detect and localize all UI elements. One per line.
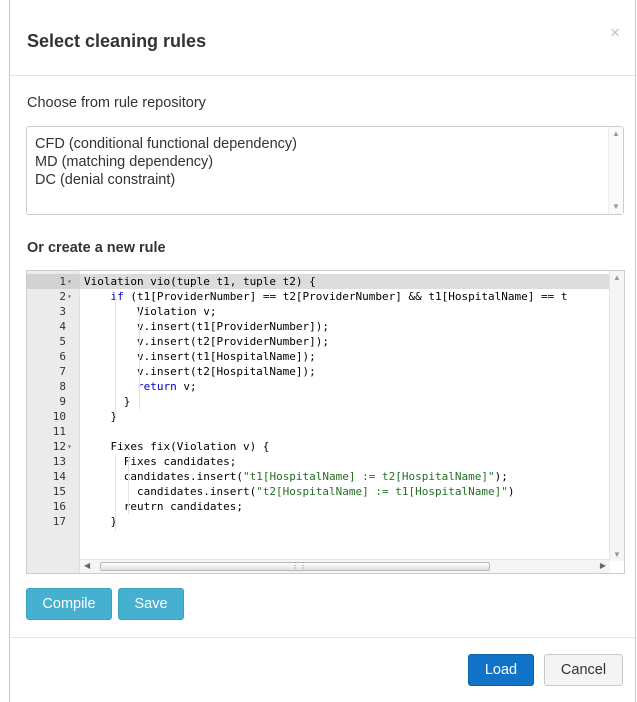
code-line[interactable]: 2 ▾ if (t1[ProviderNumber] == t2[Provider… — [27, 289, 624, 304]
code-text: } — [84, 410, 118, 423]
code-text: v.insert(t1[ProviderNumber]); — [84, 320, 330, 333]
code-text: } — [84, 395, 131, 408]
scroll-left-icon[interactable]: ◀ — [84, 561, 90, 570]
code-text: Violation v; — [84, 305, 217, 318]
code-line[interactable]: 6 v.insert(t1[HospitalName]); — [27, 349, 624, 364]
code-text: v.insert(t2[HospitalName]); — [84, 365, 316, 378]
code-line[interactable]: 14 candidates.insert("t1[HospitalName] :… — [27, 469, 624, 484]
code-line[interactable]: 3 Violation v; — [27, 304, 624, 319]
code-line[interactable]: 17 } — [27, 514, 624, 529]
scroll-right-icon[interactable]: ▶ — [600, 561, 606, 570]
line-number: 11 — [52, 425, 66, 438]
code-text: } — [84, 515, 118, 528]
indent-guide — [128, 454, 129, 514]
line-number: 17 — [52, 515, 66, 528]
repository-option-cfd[interactable]: CFD (conditional functional dependency) — [35, 136, 297, 152]
cancel-button[interactable]: Cancel — [544, 654, 623, 686]
repository-option-md[interactable]: MD (matching dependency) — [35, 154, 213, 170]
code-line[interactable]: 13 Fixes candidates; — [27, 454, 624, 469]
fold-toggle-icon[interactable]: ▾ — [67, 274, 72, 289]
line-number: 1 — [27, 274, 80, 289]
grip-icon: ⋮⋮ — [291, 561, 307, 570]
code-text: if (t1[ProviderNumber] == t2[ProviderNum… — [110, 290, 568, 303]
line-number: 5 — [59, 335, 66, 348]
load-button[interactable]: Load — [468, 654, 534, 686]
rule-code-editor[interactable]: 1 ▾ Violation vio(tuple t1, tuple t2) {2 ▾ … — [26, 270, 625, 574]
code-text: candidates.insert("t1[HospitalName] := t… — [84, 470, 508, 483]
code-line[interactable]: 8 return v; — [27, 379, 624, 394]
code-text: candidates.insert("t2[HospitalName] := t… — [84, 485, 515, 498]
indent-guide — [115, 297, 116, 417]
scroll-up-icon[interactable]: ▲ — [610, 273, 624, 282]
repository-option-dc[interactable]: DC (denial constraint) — [35, 172, 175, 188]
fold-toggle-icon[interactable]: ▾ — [67, 289, 72, 304]
code-text: reutrn candidates; — [84, 500, 243, 513]
dialog-title: Select cleaning rules — [27, 31, 207, 51]
indent-guide — [139, 304, 140, 409]
compile-button[interactable]: Compile — [26, 588, 112, 620]
line-number: 6 — [59, 350, 66, 363]
line-number: 7 — [59, 365, 66, 378]
select-rules-dialog: Select cleaning rules × Choose from rule… — [9, 0, 636, 702]
line-number: 4 — [59, 320, 66, 333]
line-number: 14 — [52, 470, 66, 483]
scroll-down-icon[interactable]: ▼ — [610, 550, 624, 559]
code-line[interactable]: 7 v.insert(t2[HospitalName]); — [27, 364, 624, 379]
line-number: 13 — [52, 455, 66, 468]
code-line[interactable]: 11 — [27, 424, 624, 439]
editor-vertical-scrollbar[interactable]: ▲ ▼ — [609, 271, 624, 561]
code-text: Fixes fix(Violation v) { — [84, 440, 270, 453]
code-line[interactable]: 16 reutrn candidates; — [27, 499, 624, 514]
code-text: Fixes candidates; — [84, 455, 237, 468]
line-number: 9 — [59, 395, 66, 408]
code-text: return v; — [136, 380, 197, 393]
code-text: v.insert(t2[ProviderNumber]); — [84, 335, 330, 348]
line-number: 3 — [59, 305, 66, 318]
line-number: 15 — [52, 485, 66, 498]
line-number: 10 — [52, 410, 66, 423]
scroll-down-icon[interactable]: ▼ — [609, 202, 623, 212]
code-line[interactable]: 5 v.insert(t2[ProviderNumber]); — [27, 334, 624, 349]
footer-divider — [10, 637, 635, 638]
code-text: Violation vio(tuple t1, tuple t2) { — [84, 275, 316, 288]
repository-label: Choose from rule repository — [27, 95, 206, 111]
code-line[interactable]: 12 ▾ Fixes fix(Violation v) { — [27, 439, 624, 454]
save-button[interactable]: Save — [118, 588, 184, 620]
code-line[interactable]: 15 candidates.insert("t2[HospitalName] :… — [27, 484, 624, 499]
code-text: v.insert(t1[HospitalName]); — [84, 350, 316, 363]
indent-guide — [115, 456, 116, 531]
editor-horizontal-scrollbar[interactable]: ◀ ⋮⋮ ▶ — [80, 559, 610, 573]
repository-scrollbar[interactable]: ▲ ▼ — [608, 127, 623, 214]
close-icon[interactable]: × — [610, 24, 620, 41]
code-line[interactable]: 9 } — [27, 394, 624, 409]
line-number: 2 — [59, 290, 66, 303]
code-line[interactable]: 4 v.insert(t1[ProviderNumber]); — [27, 319, 624, 334]
horizontal-scroll-thumb[interactable]: ⋮⋮ — [100, 561, 490, 571]
rule-repository-list[interactable]: CFD (conditional functional dependency) … — [26, 126, 624, 215]
fold-toggle-icon[interactable]: ▾ — [67, 439, 72, 454]
dialog-header: Select cleaning rules × — [10, 0, 635, 76]
line-number: 16 — [52, 500, 66, 513]
code-line[interactable]: 10 } — [27, 409, 624, 424]
new-rule-label: Or create a new rule — [27, 240, 166, 256]
scroll-up-icon[interactable]: ▲ — [609, 129, 623, 139]
line-number: 8 — [59, 380, 66, 393]
line-number: 12 — [52, 440, 66, 453]
code-line[interactable]: 1 ▾ Violation vio(tuple t1, tuple t2) { — [27, 274, 624, 289]
